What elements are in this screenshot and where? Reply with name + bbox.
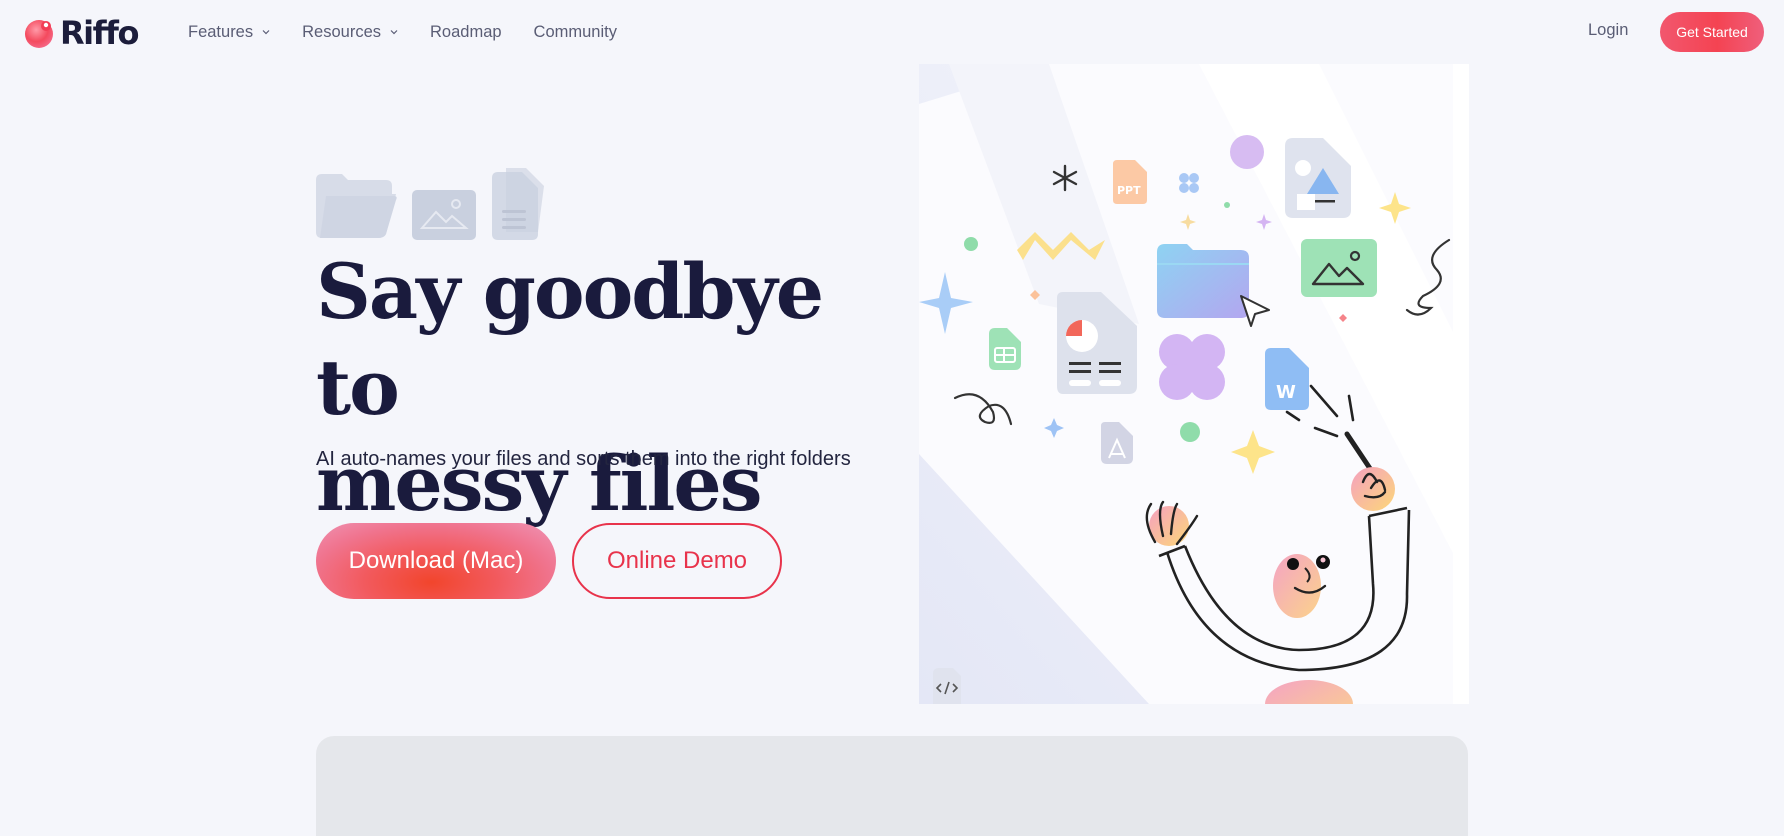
folder-icon <box>316 174 397 238</box>
hero-subheadline: AI auto-names your files and sorts them … <box>316 448 851 470</box>
nav-item-roadmap[interactable]: Roadmap <box>430 23 502 42</box>
nav-item-label: Features <box>188 22 254 41</box>
hero-file-icons <box>316 168 556 240</box>
get-started-button[interactable]: Get Started <box>1660 12 1764 52</box>
hero-illustration: PPT W <box>919 64 1469 704</box>
nav-item-features[interactable]: Features <box>188 23 270 42</box>
document-file-icon <box>492 168 544 240</box>
ppt-label: PPT <box>1117 184 1141 197</box>
flower-icon <box>1159 334 1225 400</box>
nav-item-label: Community <box>533 22 617 41</box>
chevron-down-icon <box>262 30 270 35</box>
hero-headline: Say goodbye to messy files <box>316 244 876 532</box>
landing-page: Riffo Features Resources Roadmap Communi… <box>0 0 1784 836</box>
brand-logo[interactable]: Riffo <box>24 14 139 52</box>
chevron-down-icon <box>390 30 398 35</box>
brand-name: Riffo <box>60 14 139 52</box>
purple-dot <box>1230 135 1264 169</box>
word-label: W <box>1276 382 1296 403</box>
code-icon <box>933 668 961 704</box>
login-link[interactable]: Login <box>1588 21 1628 40</box>
online-demo-button[interactable]: Online Demo <box>572 523 782 599</box>
main-nav: Features Resources Roadmap Community <box>188 0 649 64</box>
product-preview-panel <box>316 736 1468 836</box>
image-file-icon <box>412 190 476 240</box>
top-navbar: Riffo Features Resources Roadmap Communi… <box>0 0 1784 64</box>
download-mac-button[interactable]: Download (Mac) <box>316 523 556 599</box>
headline-line-1: Say goodbye to <box>316 247 824 432</box>
logo-mark-icon <box>24 16 58 50</box>
nav-item-label: Roadmap <box>430 22 502 41</box>
nav-item-resources[interactable]: Resources <box>302 23 398 42</box>
nav-item-community[interactable]: Community <box>534 23 617 42</box>
image-card-icon <box>1301 239 1377 297</box>
folder-icon <box>1157 244 1249 318</box>
nav-item-label: Resources <box>302 22 381 41</box>
